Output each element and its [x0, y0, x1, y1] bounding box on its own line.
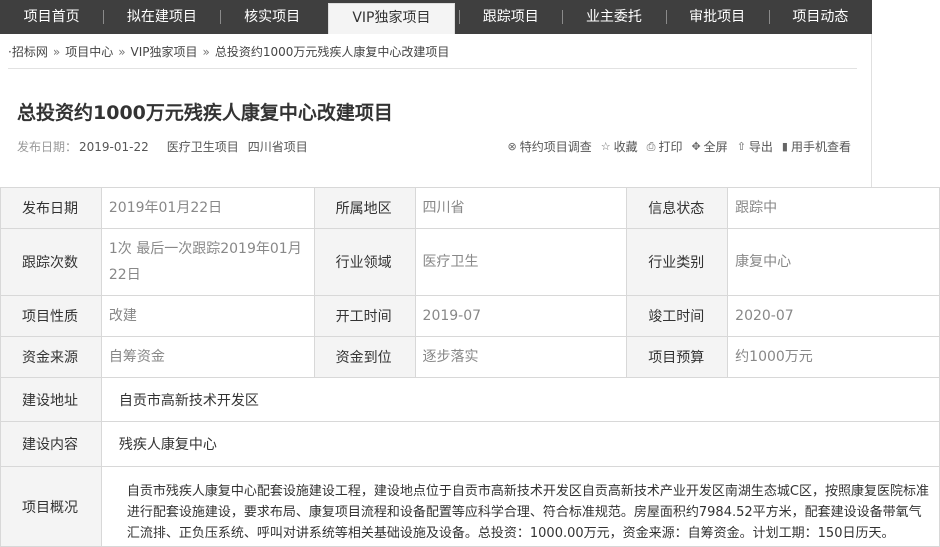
nav-item-home[interactable]: 项目首页	[0, 0, 103, 34]
breadcrumb: · 招标网 » 项目中心 » VIP独家项目 » 总投资约1000万元残疾人康复…	[8, 43, 449, 60]
nature-cell: 改建	[100, 295, 315, 337]
nav-item-owner-commission[interactable]: 业主委托	[562, 0, 665, 34]
fullscreen-action[interactable]: ✥ 全屏	[691, 138, 727, 155]
table-row: 建设地址 自贡市高新技术开发区	[0, 377, 940, 422]
print-label: 打印	[658, 140, 683, 154]
address-cell: 自贡市高新技术开发区	[100, 377, 940, 422]
track-count-cell: 1次 最后一次跟踪2019年01月22日	[100, 228, 315, 296]
fullscreen-icon: ✥	[691, 140, 701, 153]
track-count-key: 跟踪次数	[0, 228, 102, 296]
region-key: 所属地区	[313, 187, 416, 229]
content-cell: 残疾人康复中心	[100, 421, 940, 467]
publish-date-key: 发布日期	[0, 187, 102, 229]
mobile-icon: ▮	[781, 140, 788, 153]
fund-source-key: 资金来源	[0, 336, 102, 378]
favorite-label: 收藏	[613, 140, 638, 154]
publish-date-value: 2019-01-22	[79, 139, 149, 154]
special-survey-action[interactable]: ⊗ 特约项目调查	[508, 138, 592, 155]
region-tag-link[interactable]: 四川省项目	[248, 138, 308, 155]
budget-key: 项目预算	[626, 336, 729, 378]
export-icon: ⇧	[736, 140, 746, 153]
table-row: 项目概况 自贡市残疾人康复中心配套设施建设工程，建设地点位于自贡市高新技术开发区…	[0, 466, 940, 547]
overview-cell: 自贡市残疾人康复中心配套设施建设工程，建设地点位于自贡市高新技术开发区自贡高新技…	[100, 466, 940, 547]
category-key: 行业类别	[626, 228, 729, 296]
breadcrumb-separator: »	[118, 44, 126, 59]
end-time-key: 竣工时间	[626, 295, 729, 337]
nav-item-approval-projects[interactable]: 审批项目	[665, 0, 769, 34]
breadcrumb-divider	[8, 68, 857, 69]
table-row: 建设内容 残疾人康复中心	[0, 421, 940, 467]
breadcrumb-link-zhaobiao[interactable]: 招标网	[12, 43, 48, 60]
favorite-action[interactable]: ☆ 收藏	[601, 138, 638, 155]
breadcrumb-link-project-center[interactable]: 项目中心	[65, 43, 113, 60]
end-time-cell: 2020-07	[727, 295, 940, 337]
industry-cell: 医疗卫生	[414, 228, 628, 296]
nav-item-vip-exclusive[interactable]: VIP独家项目	[327, 3, 456, 34]
mobile-view-action[interactable]: ▮ 用手机查看	[782, 138, 851, 155]
star-icon: ☆	[600, 140, 611, 153]
nav-item-project-news[interactable]: 项目动态	[768, 0, 872, 34]
breadcrumb-separator: »	[202, 44, 210, 59]
table-row: 跟踪次数 1次 最后一次跟踪2019年01月22日 行业领域 医疗卫生 行业类别…	[0, 228, 940, 296]
export-label: 导出	[748, 140, 773, 154]
nav-item-verified-projects[interactable]: 核实项目	[220, 0, 323, 34]
address-key: 建设地址	[0, 377, 102, 422]
status-key: 信息状态	[626, 187, 729, 229]
breadcrumb-link-vip[interactable]: VIP独家项目	[131, 43, 198, 60]
project-header-panel: · 招标网 » 项目中心 » VIP独家项目 » 总投资约1000万元残疾人康复…	[0, 34, 872, 187]
survey-icon: ⊗	[507, 140, 517, 153]
nature-key: 项目性质	[0, 295, 102, 337]
fullscreen-label: 全屏	[703, 140, 728, 154]
nav-item-tracked-projects[interactable]: 跟踪项目	[459, 0, 562, 34]
export-action[interactable]: ⇧ 导出	[737, 138, 773, 155]
table-row: 资金来源 自筹资金 资金到位 逐步落实 项目预算 约1000万元	[0, 336, 940, 378]
mobile-view-label: 用手机查看	[790, 140, 851, 154]
fund-arrival-cell: 逐步落实	[414, 336, 628, 378]
fund-source-cell: 自筹资金	[100, 336, 315, 378]
fund-arrival-key: 资金到位	[313, 336, 416, 378]
table-row: 发布日期 2019年01月22日 所属地区 四川省 信息状态 跟踪中	[0, 187, 940, 229]
region-cell: 四川省	[414, 187, 628, 229]
breadcrumb-current: 总投资约1000万元残疾人康复中心改建项目	[214, 45, 450, 59]
print-action[interactable]: ⎙ 打印	[647, 138, 683, 155]
table-row: 项目性质 改建 开工时间 2019-07 竣工时间 2020-07	[0, 295, 940, 337]
category-cell: 康复中心	[727, 228, 940, 296]
print-icon: ⎙	[646, 139, 656, 153]
project-meta: 发布日期： 2019-01-22 医疗卫生项目 四川省项目	[17, 138, 317, 155]
nav-item-planned-projects[interactable]: 拟在建项目	[103, 0, 220, 34]
special-survey-label: 特约项目调查	[519, 140, 592, 154]
start-time-key: 开工时间	[313, 295, 416, 337]
content-key: 建设内容	[0, 421, 102, 467]
industry-tag-link[interactable]: 医疗卫生项目	[167, 138, 239, 155]
publish-date-label: 发布日期：	[17, 140, 78, 154]
start-time-cell: 2019-07	[414, 295, 628, 337]
overview-key: 项目概况	[0, 466, 102, 547]
top-navigation: 项目首页 拟在建项目 核实项目 VIP独家项目 跟踪项目 业主委托 审批项目 项…	[0, 0, 872, 34]
industry-key: 行业领域	[313, 228, 416, 296]
budget-cell: 约1000万元	[727, 336, 940, 378]
page-title: 总投资约1000万元残疾人康复中心改建项目	[17, 102, 393, 124]
publish-date-cell: 2019年01月22日	[100, 187, 315, 229]
project-detail-table: 发布日期 2019年01月22日 所属地区 四川省 信息状态 跟踪中 跟踪次数 …	[0, 187, 940, 547]
breadcrumb-separator: »	[52, 44, 61, 59]
status-cell: 跟踪中	[727, 187, 940, 229]
action-bar: ⊗ 特约项目调查 ☆ 收藏 ⎙ 打印 ✥ 全屏 ⇧ 导出 ▮ 用手机查看	[499, 138, 852, 155]
